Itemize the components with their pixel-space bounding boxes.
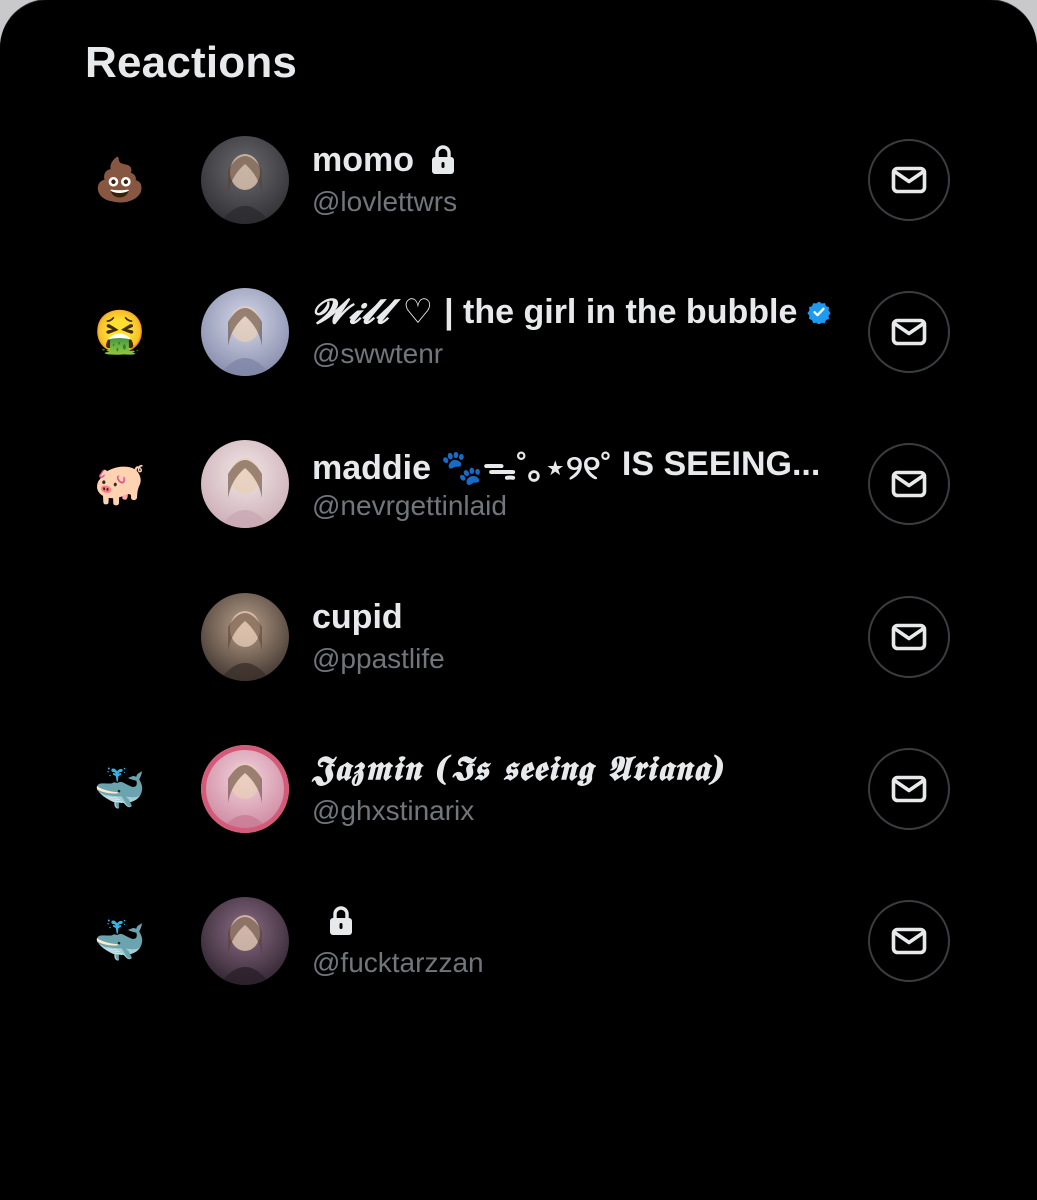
envelope-icon: [889, 921, 929, 961]
display-name-line[interactable]: cupid: [312, 595, 403, 639]
avatar[interactable]: [201, 745, 289, 833]
reactions-sheet: Reactions 💩 momo @lovlettwrs 🤮 𝓦𝓲𝓵𝓵 ♡ | the g…: [0, 0, 1037, 1200]
username-handle: @swwtenr: [312, 338, 444, 369]
avatar[interactable]: [201, 136, 289, 224]
lock-icon: [430, 145, 456, 175]
display-name-suffix: IS SEEING...: [621, 444, 821, 483]
display-name-line[interactable]: 𝓦𝓲𝓵𝓵 ♡ | the girl in the bubble: [312, 290, 831, 334]
envelope-icon: [889, 312, 929, 352]
reaction-row[interactable]: 🐳 𝕵𝖆𝖟𝖒𝖎𝖓 (𝕴𝖘 𝖘𝖊𝖊𝖎𝖓𝖌 𝕬𝖗𝖎𝖆𝖓𝖆) @ghxstinarix: [0, 729, 1037, 869]
reaction-row[interactable]: 🤮 𝓦𝓲𝓵𝓵 ♡ | the girl in the bubble @swwtenr: [0, 272, 1037, 412]
verified-badge-icon: [807, 300, 831, 325]
message-button[interactable]: [868, 291, 950, 373]
envelope-icon: [889, 617, 929, 657]
display-name: 𝕵𝖆𝖟𝖒𝖎𝖓 (𝕴𝖘 𝖘𝖊𝖊𝖎𝖓𝖌 𝕬𝖗𝖎𝖆𝖓𝖆): [312, 749, 727, 789]
display-name: cupid: [312, 597, 403, 636]
avatar[interactable]: [201, 593, 289, 681]
reaction-emoji: 💩: [93, 155, 147, 204]
reaction-emoji: 🐮: [95, 612, 145, 661]
username-handle: @lovlettwrs: [312, 186, 458, 217]
display-name-line[interactable]: momo: [312, 138, 456, 182]
display-name: maddie 🐾ᯓ˚｡⋆୨୧˚: [312, 448, 612, 487]
display-name-suffix: | the girl in the bubble: [444, 292, 798, 331]
username-handle: @fucktarzzan: [312, 947, 484, 978]
reaction-row[interactable]: 🐖 maddie 🐾ᯓ˚｡⋆୨୧˚ IS SEEING... @nevrgettinl…: [0, 424, 1037, 564]
envelope-icon: [889, 769, 929, 809]
username-handle: @ghxstinarix: [312, 795, 475, 826]
page-title: Reactions: [85, 38, 298, 87]
username-handle: @nevrgettinlaid: [312, 490, 507, 521]
username-handle: @ppastlife: [312, 643, 445, 674]
display-name: momo: [312, 140, 414, 179]
display-name-line[interactable]: maddie 🐾ᯓ˚｡⋆୨୧˚ IS SEEING...: [312, 442, 821, 487]
reaction-emoji: 🐳: [93, 916, 147, 965]
reaction-row[interactable]: 💩 momo @lovlettwrs: [0, 120, 1037, 260]
message-button[interactable]: [868, 596, 950, 678]
message-button[interactable]: [868, 443, 950, 525]
message-button[interactable]: [868, 748, 950, 830]
avatar[interactable]: [201, 288, 289, 376]
reaction-emoji: 🤮: [93, 307, 147, 356]
avatar[interactable]: [201, 897, 289, 985]
message-button[interactable]: [868, 139, 950, 221]
display-name-line[interactable]: [312, 899, 354, 943]
avatar[interactable]: [201, 440, 289, 528]
lock-icon: [328, 906, 354, 936]
envelope-icon: [889, 160, 929, 200]
reaction-emoji: 🐖: [93, 459, 147, 508]
reaction-row[interactable]: 🐮 cupid @ppastlife: [0, 577, 1037, 717]
display-name-line[interactable]: 𝕵𝖆𝖟𝖒𝖎𝖓 (𝕴𝖘 𝖘𝖊𝖊𝖎𝖓𝖌 𝕬𝖗𝖎𝖆𝖓𝖆): [312, 747, 727, 791]
envelope-icon: [889, 464, 929, 504]
reaction-emoji: 🐳: [93, 764, 147, 813]
reaction-row[interactable]: 🐳 @fucktarzzan: [0, 881, 1037, 1021]
display-name: 𝓦𝓲𝓵𝓵 ♡: [312, 292, 435, 332]
message-button[interactable]: [868, 900, 950, 982]
